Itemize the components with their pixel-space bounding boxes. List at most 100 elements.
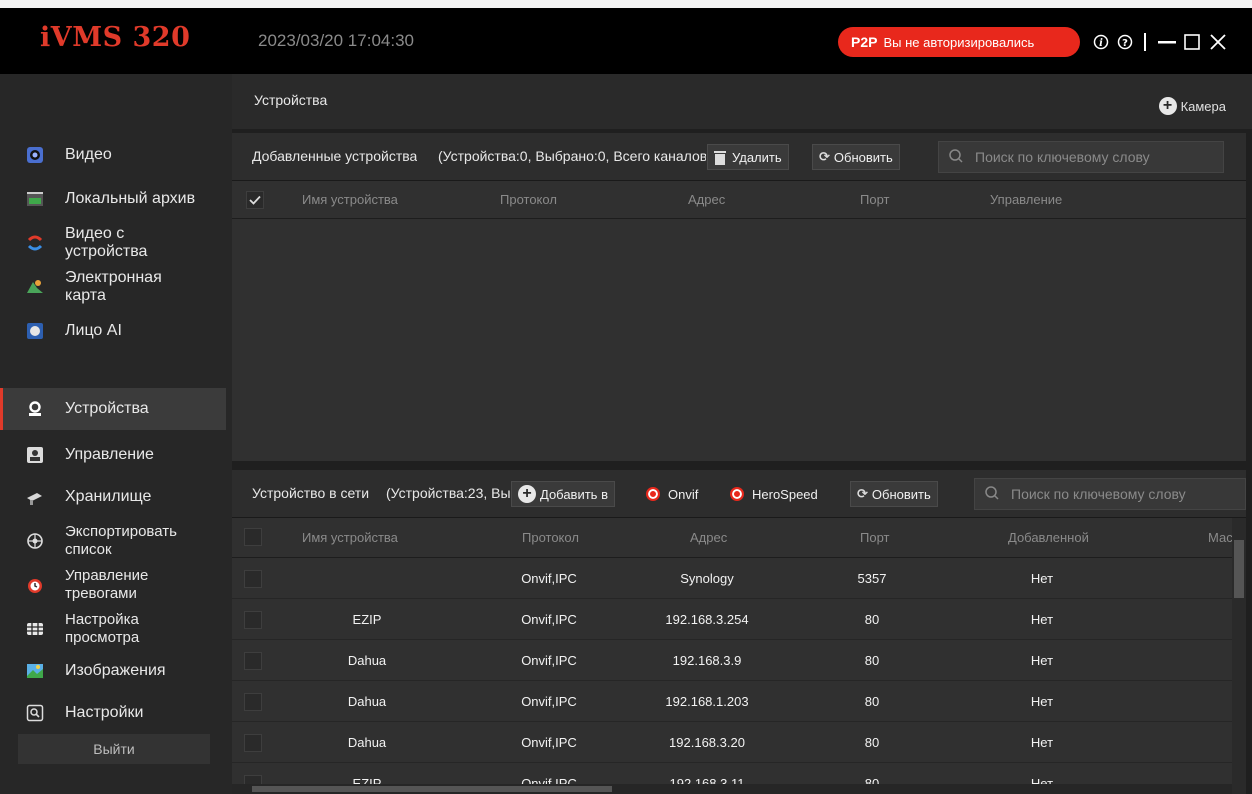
- sidebar-item-video[interactable]: Видео: [0, 134, 226, 176]
- column-management[interactable]: Управление: [990, 192, 1062, 207]
- table-row[interactable]: Dahua Onvif,IPC 192.168.1.203 80 Нет: [232, 682, 1246, 722]
- sidebar-item-label: Лицо AI: [65, 322, 122, 339]
- added-devices-counts: (Устройства:0, Выбрано:0, Всего каналов: [438, 148, 706, 164]
- sidebar-item-images[interactable]: Изображения: [0, 650, 226, 692]
- sidebar-item-alarm[interactable]: Управление тревогами: [0, 564, 226, 606]
- sidebar-item-label: Локальный архив: [65, 190, 196, 207]
- cell-address: 192.168.3.254: [665, 612, 749, 627]
- svg-text:?: ?: [1122, 38, 1128, 49]
- refresh-label: Обновить: [833, 149, 893, 165]
- added-search-field[interactable]: Поиск по ключевому слову: [938, 141, 1224, 173]
- add-to-button[interactable]: + Добавить в: [511, 481, 615, 507]
- table-row[interactable]: EZIP Onvif,IPC 192.168.3.254 80 Нет: [232, 600, 1246, 640]
- cell-device-name: Dahua: [347, 694, 387, 709]
- settings-icon: [25, 703, 45, 723]
- cell-port: 80: [864, 694, 880, 709]
- plus-icon: +: [1158, 97, 1177, 115]
- alarm-icon: [25, 575, 45, 595]
- sidebar-item-local-archive[interactable]: Локальный архив: [0, 178, 226, 220]
- horizontal-scroll-thumb[interactable]: [252, 786, 612, 792]
- info-icon[interactable]: i: [1090, 28, 1112, 56]
- column-added[interactable]: Добавленной: [1008, 530, 1089, 545]
- top-strip: [0, 0, 1252, 8]
- device-video-icon: [25, 233, 45, 253]
- cell-port: 5357: [857, 571, 887, 586]
- sidebar-item-label: Настройка просмотра: [65, 611, 140, 646]
- online-devices-toolbar: Устройство в сети (Устройства:23, Вы + Д…: [232, 470, 1246, 518]
- onvif-filter-radio[interactable]: Onvif: [640, 481, 704, 507]
- delete-button[interactable]: Удалить: [707, 144, 789, 170]
- close-icon[interactable]: [1206, 28, 1230, 56]
- refresh-online-button[interactable]: ⟳ Обновить: [850, 481, 938, 507]
- horizontal-scrollbar[interactable]: [232, 784, 1232, 794]
- column-device-name[interactable]: Имя устройства: [302, 192, 398, 207]
- column-protocol[interactable]: Протокол: [500, 192, 557, 207]
- sidebar-item-view-settings[interactable]: Настройка просмотра: [0, 608, 226, 650]
- row-checkbox[interactable]: [244, 734, 262, 752]
- management-icon: [25, 445, 45, 465]
- online-search-field[interactable]: Поиск по ключевому слову: [974, 478, 1246, 510]
- added-devices-panel: Добавленные устройства (Устройства:0, Вы…: [232, 133, 1246, 461]
- cell-address: 192.168.3.20: [669, 735, 745, 750]
- column-address[interactable]: Адрес: [688, 192, 725, 207]
- add-to-label: Добавить в: [540, 486, 608, 502]
- row-checkbox[interactable]: [244, 570, 262, 588]
- help-icon[interactable]: ?: [1114, 28, 1136, 56]
- cell-address: 192.168.1.203: [665, 694, 749, 709]
- table-row[interactable]: Dahua Onvif,IPC 192.168.3.9 80 Нет: [232, 641, 1246, 681]
- table-row[interactable]: Onvif,IPC Synology 5357 Нет: [232, 559, 1246, 599]
- column-port[interactable]: Порт: [860, 530, 889, 545]
- maximize-icon[interactable]: [1180, 28, 1204, 56]
- sidebar-item-export[interactable]: Экспортировать список: [0, 520, 226, 562]
- main-header: Устройства + Камера: [232, 74, 1252, 129]
- trash-icon: [714, 150, 726, 165]
- online-table-header: Имя устройства Протокол Адрес Порт Добав…: [232, 518, 1246, 558]
- select-all-added-checkbox[interactable]: [246, 191, 264, 209]
- add-camera-button[interactable]: + Камера: [1158, 93, 1226, 119]
- column-protocol[interactable]: Протокол: [522, 530, 579, 545]
- column-port[interactable]: Порт: [860, 192, 889, 207]
- sidebar-item-label: Изображения: [65, 662, 166, 679]
- sidebar-item-label: Управление: [65, 446, 154, 463]
- export-icon: [25, 531, 45, 551]
- column-address[interactable]: Адрес: [690, 530, 727, 545]
- add-camera-label: Камера: [1180, 98, 1226, 114]
- cell-protocol: Onvif,IPC: [521, 571, 577, 586]
- select-all-online-checkbox[interactable]: [244, 528, 262, 546]
- herospeed-filter-radio[interactable]: HeroSpeed: [724, 481, 824, 507]
- row-checkbox[interactable]: [244, 611, 262, 629]
- plus-icon: +: [518, 485, 536, 503]
- vertical-scroll-thumb[interactable]: [1234, 540, 1244, 598]
- sidebar-item-label: Устройства: [65, 400, 149, 417]
- cell-port: 80: [864, 735, 880, 750]
- sidebar-item-face-ai[interactable]: Лицо AI: [0, 310, 226, 352]
- sidebar-item-device-video[interactable]: Видео с устройства: [0, 222, 226, 264]
- radio-selected-icon: [646, 487, 660, 501]
- cell-device-name: Dahua: [347, 735, 387, 750]
- refresh-added-button[interactable]: ⟳ Обновить: [812, 144, 900, 170]
- map-icon: [25, 277, 45, 297]
- column-mac[interactable]: Мас: [1208, 530, 1233, 545]
- cell-protocol: Onvif,IPC: [521, 735, 577, 750]
- sidebar-item-management[interactable]: Управление: [0, 434, 226, 476]
- table-row[interactable]: Dahua Onvif,IPC 192.168.3.20 80 Нет: [232, 723, 1246, 763]
- cell-added: Нет: [1030, 571, 1054, 586]
- sidebar-item-label: Хранилище: [65, 488, 152, 505]
- sidebar-item-settings[interactable]: Настройки: [0, 692, 226, 734]
- onvif-label: Onvif: [668, 486, 699, 502]
- cell-device-name: EZIP: [352, 612, 382, 627]
- column-device-name[interactable]: Имя устройства: [302, 530, 398, 545]
- logout-button[interactable]: Выйти: [18, 734, 210, 764]
- sidebar-item-label: Видео с устройства: [65, 225, 148, 260]
- added-table-header: Имя устройства Протокол Адрес Порт Управ…: [232, 181, 1246, 219]
- p2p-status-button[interactable]: P2P Вы не авторизировались: [838, 27, 1080, 57]
- vertical-scrollbar[interactable]: [1232, 518, 1246, 794]
- row-checkbox[interactable]: [244, 693, 262, 711]
- sidebar-item-devices[interactable]: Устройства: [0, 388, 226, 430]
- row-checkbox[interactable]: [244, 652, 262, 670]
- online-devices-counts: (Устройства:23, Вы: [386, 485, 510, 501]
- sidebar-item-map[interactable]: Электронная карта: [0, 266, 226, 308]
- minimize-icon[interactable]: [1154, 28, 1180, 56]
- sidebar-item-storage[interactable]: Хранилище: [0, 476, 226, 518]
- radio-selected-icon: [730, 487, 744, 501]
